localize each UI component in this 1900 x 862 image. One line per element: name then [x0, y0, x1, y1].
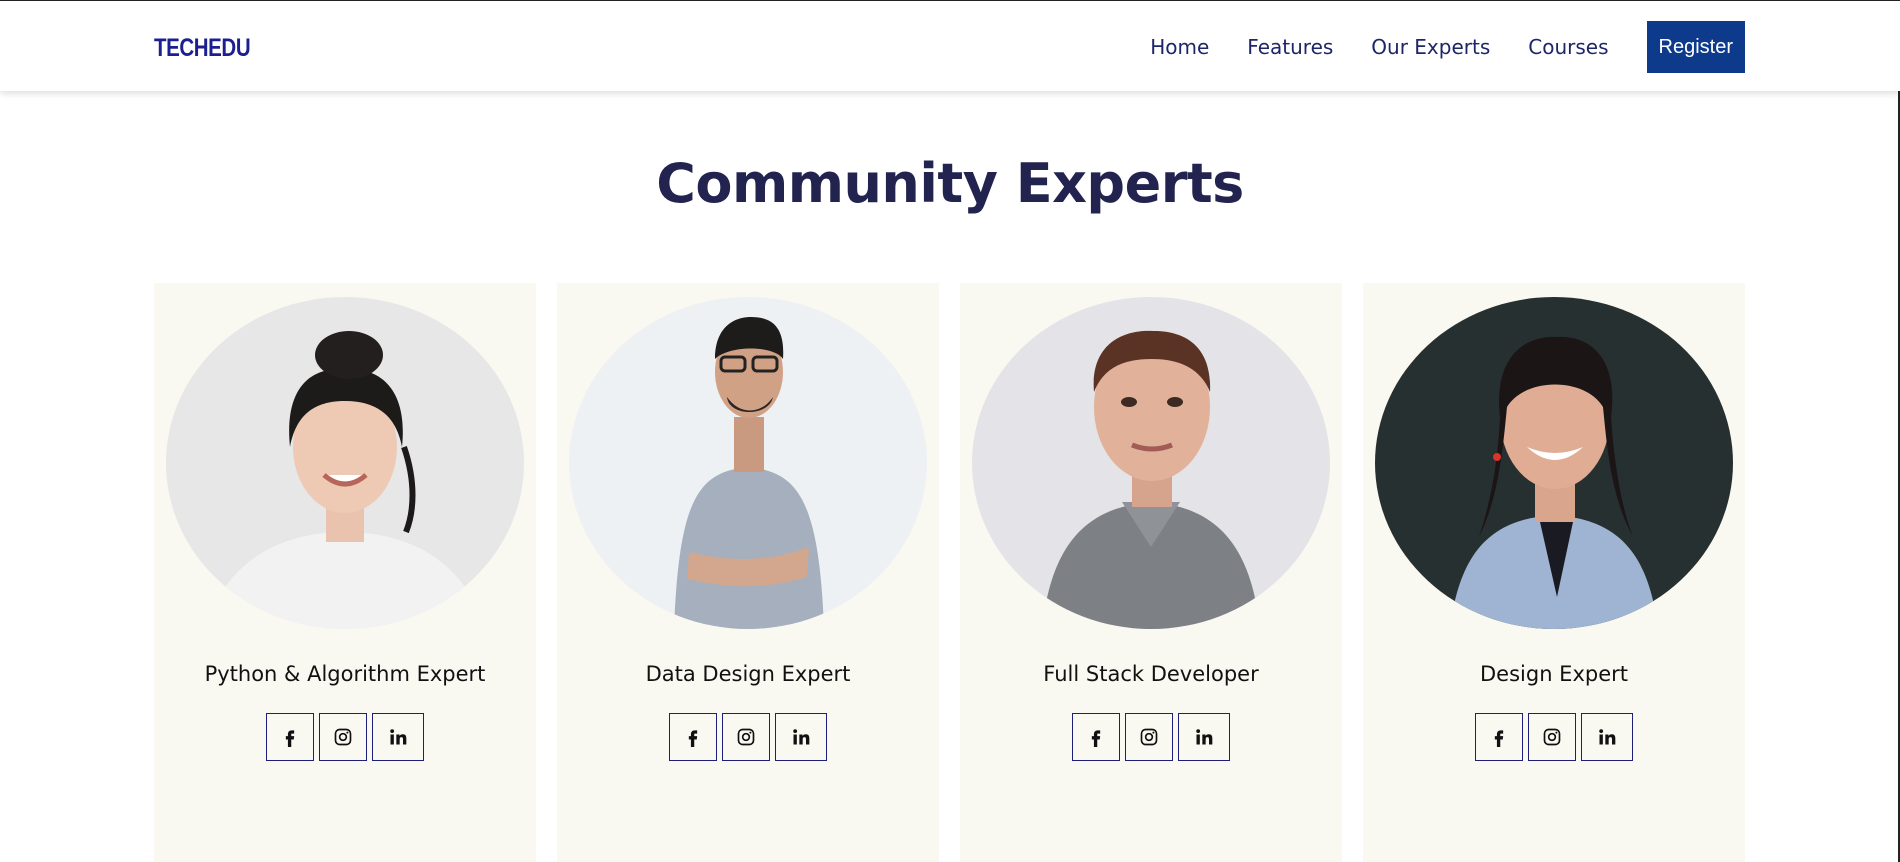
social-links	[154, 713, 536, 761]
expert-photo	[972, 297, 1330, 629]
nav-features[interactable]: Features	[1247, 21, 1333, 73]
facebook-link[interactable]	[669, 713, 717, 761]
linkedin-link[interactable]	[1581, 713, 1633, 761]
expert-role: Design Expert	[1480, 662, 1628, 686]
linkedin-link[interactable]	[1178, 713, 1230, 761]
instagram-link[interactable]	[722, 713, 770, 761]
instagram-link[interactable]	[319, 713, 367, 761]
nav-home[interactable]: Home	[1150, 21, 1209, 73]
social-links	[1363, 713, 1745, 761]
nav-our-experts[interactable]: Our Experts	[1371, 21, 1490, 73]
instagram-icon	[1543, 728, 1561, 746]
expert-role: Data Design Expert	[645, 662, 851, 686]
expert-card: Python & Algorithm Expert	[154, 283, 536, 862]
social-links	[960, 713, 1342, 761]
nav-courses[interactable]: Courses	[1528, 21, 1608, 73]
expert-card: Data Design Expert	[557, 283, 939, 862]
expert-photo	[1375, 297, 1733, 629]
instagram-link[interactable]	[1125, 713, 1173, 761]
facebook-icon	[285, 730, 295, 747]
expert-photo	[569, 297, 927, 629]
top-navbar: TECHEDU Home Features Our Experts Course…	[0, 0, 1900, 91]
section-title: Community Experts	[656, 152, 1244, 215]
social-links	[557, 713, 939, 761]
expert-card: Full Stack Developer	[960, 283, 1342, 862]
facebook-icon	[688, 730, 698, 747]
expert-role: Python & Algorithm Expert	[204, 662, 486, 686]
facebook-link[interactable]	[1072, 713, 1120, 761]
linkedin-icon	[1196, 729, 1213, 745]
linkedin-icon	[1599, 729, 1616, 745]
main-nav: Home Features Our Experts Courses Regist…	[1150, 21, 1745, 73]
linkedin-link[interactable]	[372, 713, 424, 761]
experts-grid: Python & Algorithm Expert Data Design Ex…	[154, 283, 1745, 862]
facebook-link[interactable]	[1475, 713, 1523, 761]
linkedin-icon	[793, 729, 810, 745]
linkedin-icon	[390, 729, 407, 745]
linkedin-link[interactable]	[775, 713, 827, 761]
expert-photo	[166, 297, 524, 629]
instagram-icon	[1140, 728, 1158, 746]
facebook-icon	[1494, 730, 1504, 747]
instagram-icon	[737, 728, 755, 746]
expert-role: Full Stack Developer	[1043, 662, 1259, 686]
facebook-link[interactable]	[266, 713, 314, 761]
register-button[interactable]: Register	[1646, 21, 1745, 73]
instagram-icon	[334, 728, 352, 746]
expert-card: Design Expert	[1363, 283, 1745, 862]
instagram-link[interactable]	[1528, 713, 1576, 761]
logo[interactable]: TECHEDU	[154, 33, 251, 63]
facebook-icon	[1091, 730, 1101, 747]
